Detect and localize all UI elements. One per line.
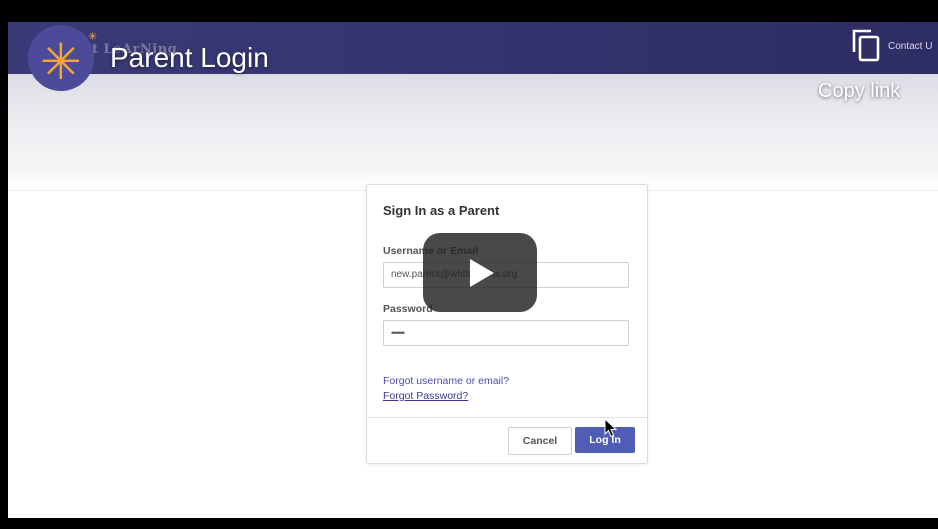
asterisk-logo-icon: ✳ xyxy=(40,34,82,90)
contact-link[interactable]: Contact U xyxy=(888,41,932,52)
forgot-password-link[interactable]: Forgot Password? xyxy=(383,390,468,402)
hero-banner xyxy=(8,74,938,192)
play-icon xyxy=(470,258,494,287)
cancel-button[interactable]: Cancel xyxy=(508,427,572,455)
mouse-cursor-icon xyxy=(604,418,618,438)
password-field[interactable]: •••••• xyxy=(383,320,629,346)
play-button[interactable] xyxy=(423,233,537,312)
login-title: Sign In as a Parent xyxy=(383,203,500,218)
copy-link-label[interactable]: Copy link xyxy=(818,80,900,103)
forgot-username-link[interactable]: Forgot username or email? xyxy=(383,375,509,387)
channel-avatar[interactable]: ✳ xyxy=(28,25,94,91)
video-title[interactable]: Parent Login xyxy=(110,42,269,74)
copy-icon[interactable] xyxy=(851,28,881,62)
